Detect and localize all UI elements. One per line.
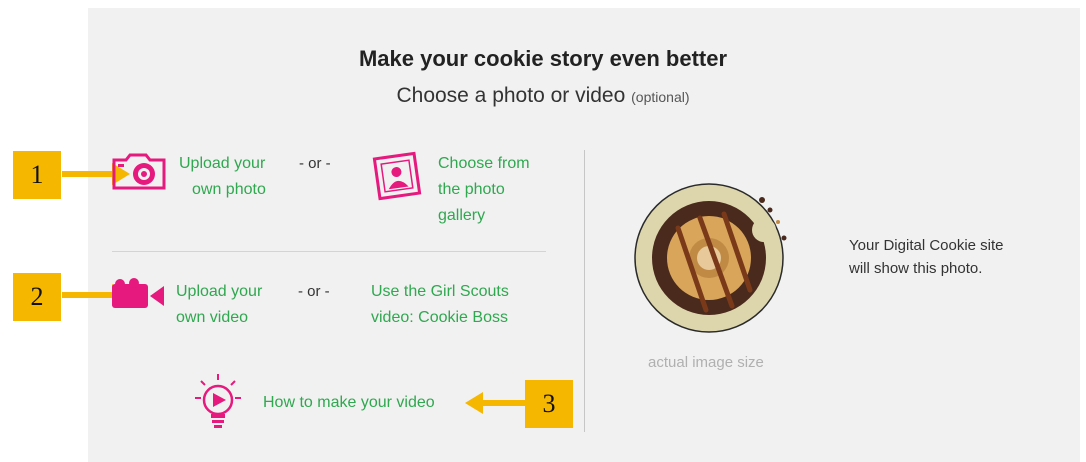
- gs-video-line1: Use the Girl Scouts: [371, 283, 509, 300]
- subtitle-text: Choose a photo or video: [396, 84, 626, 107]
- girl-scouts-video-link[interactable]: Use the Girl Scouts video: Cookie Boss: [371, 279, 509, 331]
- camera-icon[interactable]: [110, 152, 168, 192]
- gallery-line1: Choose from: [438, 155, 530, 172]
- upload-video-line1: Upload your: [176, 283, 263, 300]
- preview-description-line2: will show this photo.: [849, 260, 983, 277]
- photo-or-separator: - or -: [299, 155, 331, 172]
- gallery-line2: the photo: [438, 181, 505, 198]
- callout-3: 3: [525, 380, 573, 428]
- upload-video-link[interactable]: Upload your own video: [176, 279, 262, 331]
- page-title: Make your cookie story even better: [358, 46, 728, 71]
- upload-photo-line2: own photo: [192, 181, 266, 198]
- optional-label: (optional): [631, 89, 690, 105]
- video-or-separator: - or -: [298, 283, 330, 300]
- lightbulb-play-icon: [195, 374, 241, 428]
- gallery-line3: gallery: [438, 207, 486, 224]
- video-camera-icon[interactable]: [110, 278, 166, 312]
- upload-video-line2: own video: [176, 309, 249, 326]
- callout-1: 1: [13, 151, 61, 199]
- callout-2: 2: [13, 273, 61, 321]
- section-divider: [112, 251, 546, 252]
- picture-icon[interactable]: [371, 150, 423, 202]
- choose-gallery-link[interactable]: Choose from the photo gallery: [438, 151, 530, 229]
- gs-video-line2: video: Cookie Boss: [371, 309, 508, 326]
- upload-photo-link[interactable]: Upload your own photo: [179, 151, 266, 203]
- actual-size-label: actual image size: [648, 354, 764, 371]
- preview-description: Your Digital Cookie site will show this …: [849, 234, 1049, 280]
- upload-photo-line1: Upload your: [179, 155, 266, 172]
- preview-description-line1: Your Digital Cookie site: [849, 237, 1004, 254]
- how-to-video-link[interactable]: How to make your video: [263, 390, 435, 416]
- vertical-divider: [584, 150, 585, 432]
- arrow-icon: [465, 392, 527, 414]
- cookie-image: [634, 183, 787, 333]
- page-subtitle: Choose a photo or video (optional): [0, 84, 1086, 108]
